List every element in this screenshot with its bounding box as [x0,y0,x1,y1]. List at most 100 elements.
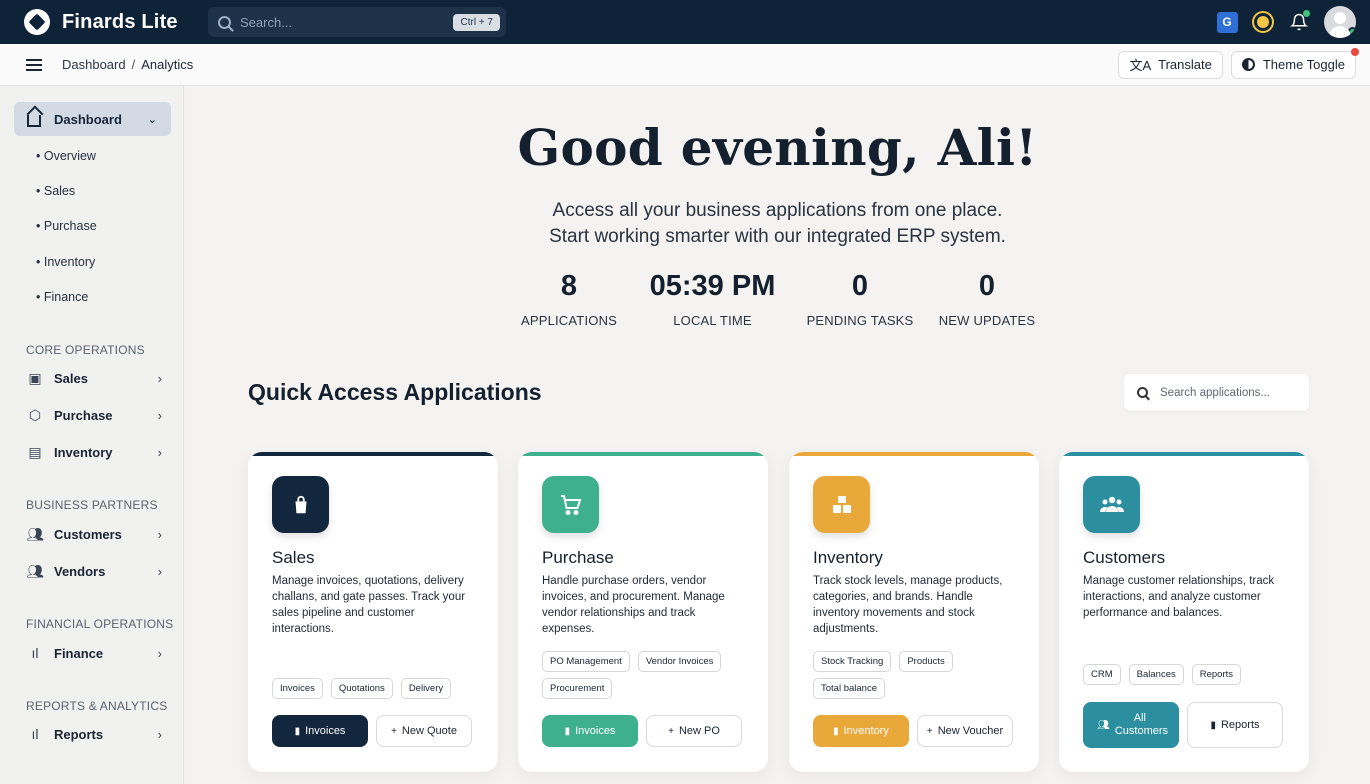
sidebar-item-purchase[interactable]: ⬡ Purchase › [26,407,162,424]
users-icon: 👥︎ [1097,719,1110,731]
stat-local-time: 05:39 PM LOCAL TIME [640,270,785,328]
tag[interactable]: Stock Tracking [813,651,892,672]
section-core-operations: CORE OPERATIONS [26,343,145,357]
sidebar-item-customers[interactable]: 👥︎ Customers › [26,526,162,543]
plus-icon: + [668,725,674,737]
sidebar-item-sales[interactable]: ▣ Sales › [26,370,162,387]
card-accent-bar [248,452,498,456]
card-description: Manage invoices, quotations, delivery ch… [272,575,466,635]
sidebar-item-finance[interactable]: ıl Finance › [26,645,163,661]
tag[interactable]: Delivery [400,678,452,699]
notifications-button[interactable] [1282,5,1316,39]
stat-label: NEW UPDATES [938,313,1036,328]
theme-toggle-button[interactable]: Theme Toggle [1230,47,1359,79]
sidebar-subitem-finance[interactable]: • Finance [36,290,88,304]
stat-label: PENDING TASKS [806,313,914,328]
section-financial-operations: FINANCIAL OPERATIONS [26,617,174,631]
new-quote-button[interactable]: + New Quote [376,715,472,747]
notification-dot [1303,10,1310,17]
app-card-customers[interactable]: Customers Manage customer relationships,… [1059,452,1309,772]
sidebar-item-dashboard[interactable]: Dashboard ⌄ [14,102,171,136]
app-card-inventory[interactable]: Inventory Track stock levels, manage pro… [789,452,1039,772]
tag[interactable]: Procurement [542,678,613,699]
hero-subtitle-line1: Access all your business applications fr… [552,200,1003,221]
tag[interactable]: Vendor Invoices [637,651,722,672]
stat-value: 0 [851,270,869,302]
card-tags: Invoices Quotations Delivery [272,678,482,699]
app-search[interactable] [1124,374,1309,411]
document-icon: ▮ [833,725,839,737]
chevron-right-icon: › [157,726,162,742]
tag[interactable]: Quotations [330,678,393,699]
main-content: Good evening, Ali! Access all your busin… [185,86,1370,784]
global-search[interactable]: Ctrl + 7 [208,7,506,37]
sidebar-subitem-sales[interactable]: • Sales [36,184,75,198]
brand[interactable]: Finards Lite [24,9,194,35]
tag[interactable]: CRM [1083,664,1121,685]
card-accent-bar [789,452,1039,456]
card-title: Sales [272,548,315,567]
app-search-input[interactable] [1160,386,1300,399]
invoices-button[interactable]: ▮ Invoices [272,715,368,747]
theme-alert-dot [1351,47,1359,56]
section-reports-analytics: REPORTS & ANALYTICS [26,699,168,713]
inventory-button[interactable]: ▮ Inventory [813,715,909,747]
new-voucher-button[interactable]: + New Voucher [917,715,1013,747]
archive-icon: ▤ [28,444,42,460]
translate-icon: 文A [1129,58,1152,73]
all-customers-button[interactable]: 👥︎ All Customers [1083,702,1179,748]
app-card-purchase[interactable]: Purchase Handle purchase orders, vendor … [518,452,768,772]
menu-toggle-icon[interactable] [26,58,42,71]
app-card-sales[interactable]: Sales Manage invoices, quotations, deliv… [248,452,498,772]
app-name: Finards Lite [62,10,178,33]
stat-value: 05:39 PM [649,270,776,302]
sidebar: Dashboard ⌄ • Overview • Sales • Purchas… [0,86,184,784]
stat-value: 0 [978,270,996,302]
chevron-right-icon: › [157,564,162,579]
search-icon [218,15,231,29]
document-icon: ▮ [1210,719,1216,731]
card-tags: Stock Tracking Products Total balance [813,651,1023,699]
tag[interactable]: PO Management [542,651,630,672]
sidebar-subitem-overview[interactable]: • Overview [36,149,96,163]
card-tags: CRM Balances Reports [1083,664,1293,685]
translate-button[interactable]: 文A Translate [1118,50,1223,79]
shopping-bag-icon [272,476,329,533]
card-description: Manage customer relationships, track int… [1083,575,1275,619]
new-po-button[interactable]: + New PO [646,715,742,747]
cart-icon [542,476,599,533]
boxes-icon [813,476,870,533]
card-description: Handle purchase orders, vendor invoices,… [542,575,725,635]
global-search-input[interactable] [240,14,454,30]
user-avatar[interactable] [1324,6,1356,38]
package-icon: ⬡ [28,407,42,423]
invoices-button[interactable]: ▮ Invoices [542,715,638,747]
sidebar-subitem-purchase[interactable]: • Purchase [36,219,97,233]
tag[interactable]: Products [899,651,953,672]
sidebar-item-vendors[interactable]: 👥︎ Vendors › [26,563,162,580]
stat-applications: 8 APPLICATIONS [515,270,623,328]
quick-access-title: Quick Access Applications [248,379,542,405]
breadcrumb-current: Analytics [141,57,194,72]
theme-sun-button[interactable] [1246,5,1280,39]
reports-button[interactable]: ▮ Reports [1187,702,1283,748]
card-accent-bar [518,452,768,456]
translate-app-button[interactable]: G [1210,5,1244,39]
chevron-right-icon: › [157,527,162,542]
card-title: Purchase [542,548,614,567]
card-description: Track stock levels, manage products, cat… [813,575,1003,635]
sidebar-item-reports[interactable]: ıl Reports › [26,726,163,742]
breadcrumb-root[interactable]: Dashboard [62,57,126,72]
plus-icon: + [926,725,933,737]
sidebar-subitem-inventory[interactable]: • Inventory [36,255,95,269]
tag[interactable]: Reports [1191,664,1241,685]
stat-pending-tasks: 0 PENDING TASKS [800,270,920,328]
chevron-right-icon: › [157,371,162,386]
tag[interactable]: Invoices [272,678,323,699]
sidebar-item-inventory[interactable]: ▤ Inventory › [26,444,162,461]
tag[interactable]: Balances [1128,664,1184,685]
sub-header: Dashboard / Analytics 文A Translate Theme… [0,44,1370,86]
tag[interactable]: Total balance [813,678,885,699]
theme-toggle-label: Theme Toggle [1262,57,1345,72]
chevron-down-icon: ⌄ [147,113,157,126]
